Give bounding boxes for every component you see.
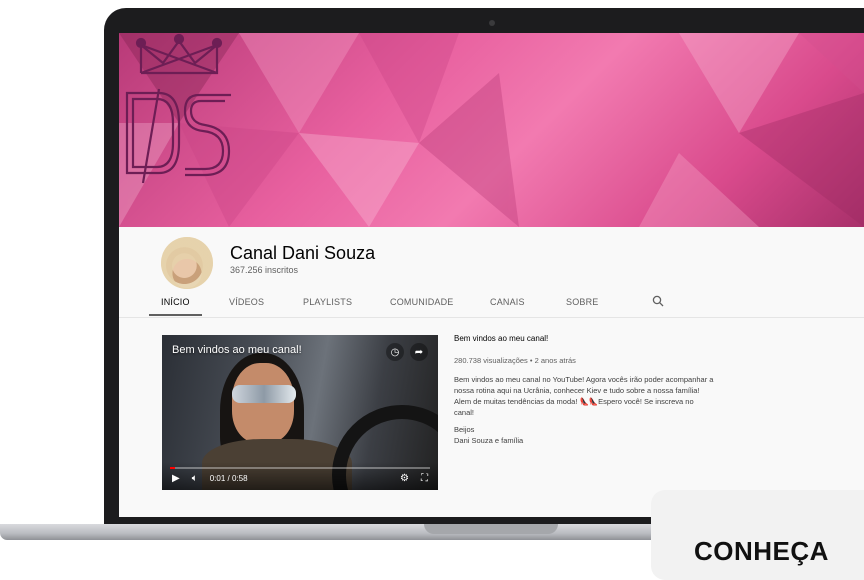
progress-fill [170, 467, 176, 469]
tab-inicio[interactable]: INÍCIO [149, 297, 202, 316]
description-title[interactable]: Bem vindos ao meu canal! [454, 334, 714, 343]
watch-later-icon[interactable]: ◷ [386, 343, 404, 361]
controls-right: ⚙ ⛶ [400, 473, 428, 484]
promo-text: CONHEÇA [694, 536, 829, 566]
avatar-overlay [161, 237, 213, 289]
fullscreen-icon[interactable]: ⛶ [421, 473, 428, 484]
tab-canais[interactable]: CANAIS [490, 297, 525, 313]
share-icon[interactable]: ➦ [410, 343, 428, 361]
controls-left: ▶ 🔈︎ 0:01 / 0:58 [172, 473, 248, 484]
video-description: Bem vindos ao meu canal! 280.738 visuali… [454, 334, 714, 446]
tab-sobre[interactable]: SOBRE [566, 297, 599, 313]
featured-section: Bem vindos ao meu canal! ◷ ➦ ▶ 🔈︎ 0:01 /… [119, 317, 864, 517]
channel-header: Canal Dani Souza 367.256 inscritos INÍCI… [119, 227, 864, 317]
volume-icon[interactable]: 🔈︎ [192, 473, 198, 484]
time-display: 0:01 / 0:58 [209, 474, 248, 483]
video-controls: ▶ 🔈︎ 0:01 / 0:58 ⚙ ⛶ [162, 462, 438, 490]
video-person-face [232, 363, 294, 443]
description-body: Bem vindos ao meu canal no YouTube! Agor… [454, 375, 714, 417]
settings-icon[interactable]: ⚙ [400, 473, 409, 484]
tab-videos[interactable]: VÍDEOS [229, 297, 264, 313]
search-icon[interactable] [652, 295, 664, 307]
tab-playlists[interactable]: PLAYLISTS [303, 297, 352, 313]
video-top-icons: ◷ ➦ [386, 343, 428, 361]
video-person-glasses [232, 385, 296, 403]
laptop-base-notch [424, 524, 558, 534]
subscriber-count: 367.256 inscritos [230, 265, 299, 275]
description-signoff-1: Beijos [454, 425, 475, 434]
video-overlay-title[interactable]: Bem vindos ao meu canal! [172, 344, 302, 356]
channel-name[interactable]: Canal Dani Souza [230, 243, 375, 264]
screen: Canal Dani Souza 367.256 inscritos INÍCI… [119, 33, 864, 517]
channel-tabs: INÍCIO VÍDEOS PLAYLISTS COMUNIDADE CANAI… [149, 295, 721, 316]
tab-comunidade[interactable]: COMUNIDADE [390, 297, 454, 313]
featured-video-player[interactable]: Bem vindos ao meu canal! ◷ ➦ ▶ 🔈︎ 0:01 /… [162, 335, 438, 490]
play-icon[interactable]: ▶ [172, 473, 180, 484]
channel-banner [119, 33, 864, 227]
ds-logo [125, 33, 231, 184]
description-meta: 280.738 visualizações • 2 anos atrás [454, 356, 576, 365]
progress-bar[interactable] [170, 467, 430, 469]
camera-dot [489, 20, 495, 26]
description-signoff-2: Dani Souza e família [454, 436, 524, 445]
